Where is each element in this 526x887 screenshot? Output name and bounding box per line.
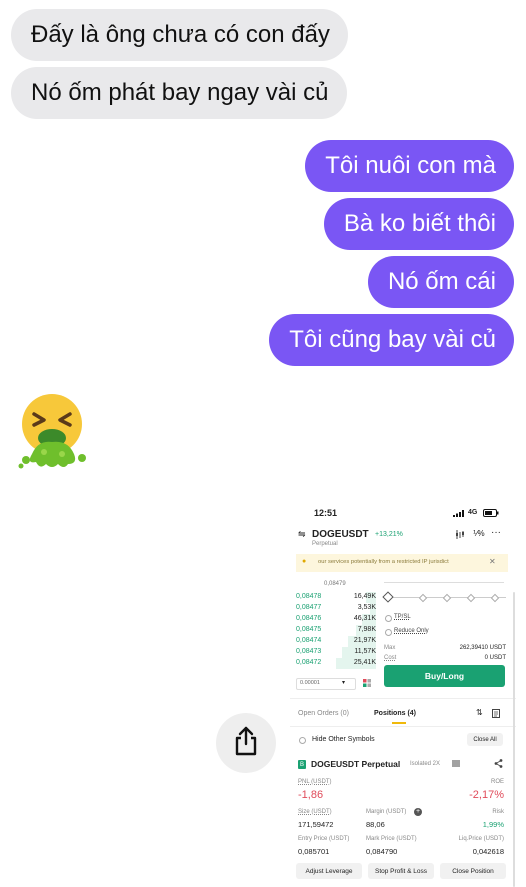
orderbook-row[interactable]: 0,08475 7,98K: [296, 625, 376, 636]
position-symbol[interactable]: DOGEUSDT Perpetual: [311, 759, 400, 769]
long-badge-icon: B: [298, 760, 306, 769]
entry-label: Entry Price (USDT): [298, 836, 350, 842]
pair-symbol[interactable]: DOGEUSDT: [312, 529, 369, 540]
orderbook-row[interactable]: 0,08477 3,53K: [296, 603, 376, 614]
pair-switch-icon[interactable]: ⇋: [298, 529, 306, 540]
cost-label: Cost: [384, 655, 397, 661]
signal-icon: [453, 510, 465, 519]
divider: [290, 698, 516, 699]
chevron-down-icon: ▾: [342, 680, 346, 686]
hide-other-label: Hide Other Symbols: [312, 736, 375, 743]
orderbook-row[interactable]: 0,08473 11,57K: [296, 647, 376, 658]
orderbook-row[interactable]: 0,08472 25,41K: [296, 658, 376, 669]
divider: [384, 582, 504, 583]
adjust-leverage-button[interactable]: Adjust Leverage: [296, 863, 362, 879]
share-icon[interactable]: [494, 759, 503, 770]
size-value: 171,59472: [298, 820, 334, 829]
sent-message[interactable]: Bà ko biết thôi: [323, 198, 514, 250]
liq-label: Liq.Price (USDT): [458, 836, 504, 842]
strength-bars-icon: [452, 760, 461, 769]
share-icon: [233, 726, 259, 761]
vomiting-face-emoji[interactable]: [18, 392, 90, 470]
stop-profit-loss-button[interactable]: Stop Profit & Loss: [368, 863, 434, 879]
slider-tick: [490, 593, 500, 603]
more-icon[interactable]: ···: [491, 527, 501, 538]
sort-icon[interactable]: ⇅: [476, 708, 483, 717]
chart-icon[interactable]: [455, 530, 465, 541]
tab-open-orders[interactable]: Open Orders (0): [298, 710, 349, 717]
buy-long-button[interactable]: Buy/Long: [384, 665, 505, 687]
divider: [290, 726, 516, 727]
slider-tick: [442, 593, 452, 603]
position-mode: Isolated 2X: [410, 761, 441, 767]
roe-value: -2,17%: [469, 789, 504, 801]
tpsl-radio[interactable]: [385, 615, 392, 622]
network-label: 4G: [468, 509, 478, 516]
liq-value: 0,042618: [472, 847, 504, 856]
top-price: 0,08479: [324, 581, 346, 587]
pair-type: Perpetual: [312, 541, 338, 547]
reduce-only-radio[interactable]: [385, 629, 392, 636]
slider-tick: [466, 593, 476, 603]
pnl-label: PNL (USDT): [298, 779, 332, 785]
max-label: Max: [384, 645, 396, 651]
entry-value: 0,085701: [298, 847, 330, 856]
tpsl-label: TP/SL: [394, 614, 411, 620]
sent-message[interactable]: Tôi cũng bay vài củ: [269, 314, 514, 366]
slider-handle[interactable]: [382, 591, 394, 603]
risk-value: 1,99%: [482, 820, 504, 829]
pnl-value: -1,86: [298, 789, 324, 801]
reduce-only-label: Reduce Only: [394, 628, 429, 634]
history-icon[interactable]: [492, 709, 500, 720]
message-text: Đấy là ông chưa có con đấy: [31, 21, 330, 48]
orderbook-row[interactable]: 0,08476 46,31K: [296, 614, 376, 625]
slider-tick: [418, 593, 428, 603]
message-text: Tôi nuôi con mà: [325, 152, 496, 179]
size-label: Size (USDT): [298, 809, 332, 815]
margin-label: Margin (USDT): [366, 809, 407, 815]
share-button[interactable]: [216, 713, 276, 773]
percent-icon[interactable]: ⅟%: [473, 529, 485, 538]
warning-icon: ●: [302, 558, 307, 565]
battery-icon: [483, 509, 499, 519]
close-position-button[interactable]: Close Position: [440, 863, 506, 879]
mark-label: Mark Price (USDT): [366, 836, 417, 842]
add-margin-icon[interactable]: +: [414, 808, 422, 816]
status-time: 12:51: [314, 508, 338, 518]
notice-text: our services potentially from a restrict…: [318, 559, 449, 565]
message-text: Nó ốm cái: [387, 268, 496, 295]
received-message[interactable]: Nó ốm phát bay ngay vài củ: [11, 67, 347, 119]
risk-label: Risk: [492, 809, 504, 815]
received-message[interactable]: Đấy là ông chưa có con đấy: [11, 9, 348, 61]
close-all-button[interactable]: Close All: [467, 733, 503, 746]
orderbook-row[interactable]: 0,08474 21,97K: [296, 636, 376, 647]
cost-value: 0 USDT: [484, 655, 506, 661]
pair-change: +13,21%: [375, 531, 403, 538]
tick-value: 0.00001: [300, 680, 320, 686]
max-value: 262,39410 USDT: [459, 645, 506, 651]
book-layout-icon[interactable]: [363, 679, 371, 689]
mark-value: 0,084790: [366, 847, 398, 856]
sent-message[interactable]: Nó ốm cái: [367, 256, 514, 308]
margin-value: 88,06: [366, 820, 385, 829]
trading-screenshot[interactable]: 12:51 4G ⇋ DOGEUSDT +13,21% Perpetual ⅟%…: [290, 502, 516, 887]
sent-message[interactable]: Tôi nuôi con mà: [305, 140, 514, 192]
close-icon[interactable]: ✕: [489, 557, 496, 566]
scrollbar[interactable]: [513, 592, 515, 887]
orderbook-row[interactable]: 0,08478 16,49K: [296, 592, 376, 603]
message-text: Bà ko biết thôi: [343, 210, 496, 237]
message-text: Nó ốm phát bay ngay vài củ: [31, 79, 329, 106]
active-tab-indicator: [392, 722, 406, 724]
hide-other-checkbox[interactable]: [299, 737, 306, 744]
message-text: Tôi cũng bay vài củ: [289, 326, 496, 353]
tab-positions[interactable]: Positions (4): [374, 710, 416, 717]
roe-label: ROE: [490, 779, 504, 785]
